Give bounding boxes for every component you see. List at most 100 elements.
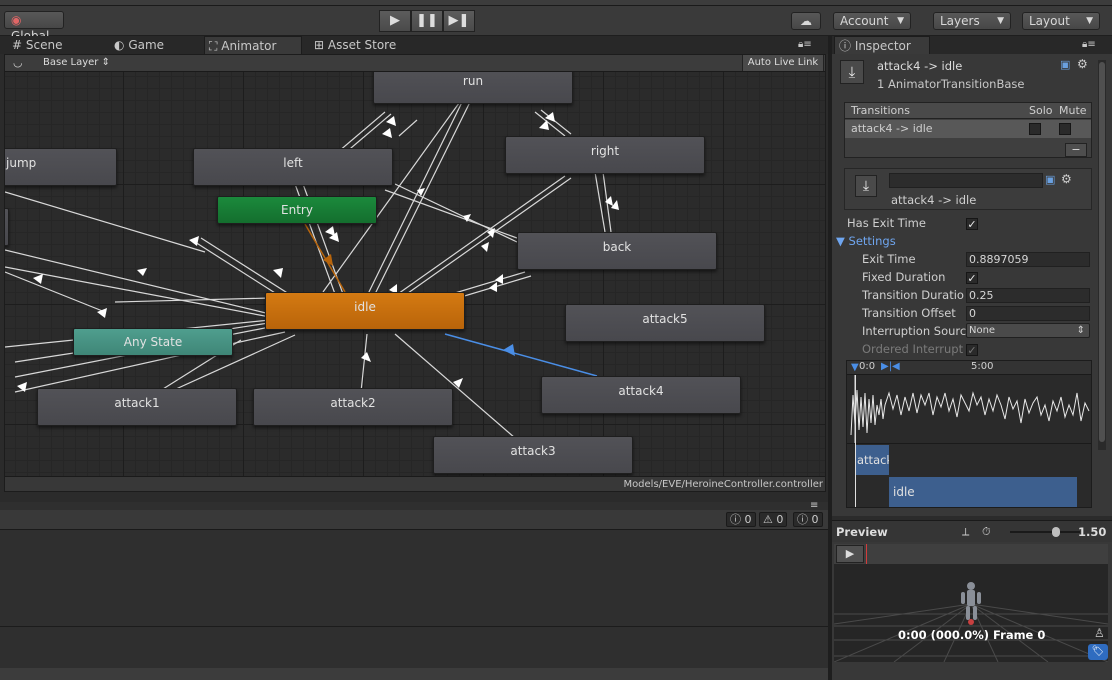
tab-asset-store[interactable]: ⊞ Asset Store: [310, 36, 410, 54]
bottom-status-bar: [0, 668, 828, 680]
play-button[interactable]: ▶: [379, 10, 411, 32]
inspector-title: attack4 -> idle: [877, 59, 963, 73]
state-any-state[interactable]: Any State: [73, 328, 233, 356]
marker-icon[interactable]: ▼: [851, 362, 859, 373]
preview-playhead[interactable]: [866, 544, 867, 564]
panel-menu[interactable]: 🔒︎≡: [794, 36, 824, 54]
cloud-icon: ☁: [800, 14, 812, 28]
state-left[interactable]: left: [193, 148, 393, 186]
state-right[interactable]: right: [505, 136, 705, 174]
transition-list-item-label: attack4 -> idle: [851, 122, 933, 135]
layer-selector[interactable]: Base Layer ⇕: [43, 57, 110, 68]
transition-list-item[interactable]: attack4 -> idle: [845, 120, 1091, 138]
exit-time-field[interactable]: 0.8897059: [966, 252, 1090, 267]
interruption-source-label: Interruption Sourc: [862, 324, 967, 338]
warning-count-badge[interactable]: ⚠ 0: [759, 512, 788, 527]
preview-play-button[interactable]: ▶: [836, 545, 864, 563]
state-attack2[interactable]: attack2: [253, 388, 453, 426]
controller-path: Models/EVE/HeroineController.controller: [5, 476, 825, 491]
inspector-scrollbar[interactable]: [1098, 60, 1106, 450]
layers-dropdown[interactable]: Layers ▼: [933, 12, 1011, 30]
state-attack5[interactable]: attack5: [565, 304, 765, 342]
cloud-button[interactable]: ☁: [791, 12, 821, 30]
state-attack4[interactable]: attack4: [541, 376, 741, 414]
main-toolbar: ◉ Global ▶ ❚❚ ▶❚ ☁ Account ▼ Layers ▼ La…: [0, 6, 1112, 43]
solo-checkbox[interactable]: [1029, 123, 1041, 135]
preview-viewport[interactable]: 0:00 (000.0%) Frame 0 ♙: [834, 564, 1108, 662]
gear-icon[interactable]: ⚙: [1061, 172, 1072, 186]
preview-transport: ▶: [834, 544, 1108, 564]
auto-live-link-button[interactable]: Auto Live Link: [742, 55, 824, 71]
tab-scene[interactable]: # Scene: [8, 36, 78, 54]
gear-icon[interactable]: ⚙: [1077, 57, 1088, 71]
speed-slider[interactable]: [1010, 527, 1080, 537]
inspector-menu[interactable]: 🔒︎≡: [1078, 36, 1110, 54]
warning-count: 0: [776, 513, 784, 526]
transition-name: attack4 -> idle: [891, 193, 977, 207]
console-toolbar: ⓘ 0 ⚠ 0 ⓘ 0: [0, 510, 828, 530]
transition-duration-label: Transition Duratio: [862, 288, 964, 302]
inspector-tab-bar: ⓘ Inspector 🔒︎≡: [832, 36, 1112, 54]
mute-checkbox[interactable]: [1059, 123, 1071, 135]
state-attack1[interactable]: attack1: [37, 388, 237, 426]
exit-time-label: Exit Time: [862, 252, 916, 266]
speed-value: 1.50: [1078, 525, 1107, 539]
timeline-attack-clip[interactable]: attack: [855, 445, 889, 475]
state-back[interactable]: back: [517, 232, 717, 270]
state-entry[interactable]: Entry: [217, 196, 377, 224]
pause-button[interactable]: ❚❚: [411, 10, 443, 32]
info-count-badge[interactable]: ⓘ 0: [726, 512, 756, 527]
transition-marker-icon[interactable]: ▶|◀: [881, 361, 900, 372]
state-jump[interactable]: jump: [5, 148, 117, 186]
chevron-down-icon: ▼: [1086, 16, 1093, 26]
tab-animator-label: Animator: [221, 39, 277, 53]
warning-icon: ⚠: [763, 513, 773, 526]
avatar-icon[interactable]: ♙: [1094, 626, 1105, 640]
speed-slider-thumb[interactable]: [1052, 527, 1060, 537]
tab-inspector[interactable]: ⓘ Inspector: [834, 36, 930, 54]
divider: [0, 626, 828, 627]
timeline-idle-clip[interactable]: idle: [889, 477, 1077, 507]
state-graph[interactable]: run jump left right Entry back idle Any …: [5, 72, 825, 476]
interruption-source-dropdown[interactable]: None ⇕: [966, 323, 1090, 338]
step-icon: ▶❚: [448, 13, 470, 28]
global-toggle[interactable]: ◉ Global: [4, 11, 64, 43]
ordered-interrupt-label: Ordered Interrupt: [862, 342, 964, 356]
timeline-ruler: 0:0 5:00 ▼ ▶|◀: [847, 361, 1091, 375]
info-icon: ⓘ: [730, 513, 741, 526]
animator-icon: ⛶: [209, 39, 218, 53]
state-attack3[interactable]: attack3: [433, 436, 633, 474]
store-icon: ⊞: [314, 38, 325, 52]
eye-icon[interactable]: ◡: [13, 56, 23, 69]
has-exit-time-label: Has Exit Time: [847, 216, 926, 230]
transition-name-input[interactable]: [889, 173, 1043, 188]
tag-icon[interactable]: 🏷︎: [1088, 644, 1108, 660]
state-offscreen[interactable]: [5, 208, 9, 246]
tab-game[interactable]: ◐ Game: [110, 36, 180, 54]
fixed-duration-checkbox[interactable]: ✓: [966, 272, 978, 284]
account-dropdown[interactable]: Account ▼: [833, 12, 911, 30]
interruption-source-value: None: [969, 325, 996, 336]
help-icon[interactable]: ▣: [1060, 58, 1070, 71]
transition-timeline[interactable]: 0:0 5:00 ▼ ▶|◀ attack idle: [846, 360, 1092, 508]
state-run[interactable]: run: [373, 72, 573, 104]
step-button[interactable]: ▶❚: [443, 10, 475, 32]
tab-animator[interactable]: ⛶ Animator: [204, 36, 302, 54]
transition-duration-field[interactable]: 0.25: [966, 288, 1090, 303]
remove-transition-button[interactable]: −: [1065, 143, 1087, 157]
tab-asset-store-label: Asset Store: [327, 38, 397, 52]
transition-offset-field[interactable]: 0: [966, 306, 1090, 321]
error-count: 0: [811, 513, 819, 526]
layout-dropdown[interactable]: Layout ▼: [1022, 12, 1100, 30]
transition-icon: ⤓: [855, 175, 877, 197]
state-idle[interactable]: idle: [265, 292, 465, 330]
settings-foldout[interactable]: ▼ Settings: [836, 234, 896, 248]
pivot-icon[interactable]: ⟂: [962, 525, 969, 539]
speed-icon[interactable]: ⏱: [982, 525, 991, 539]
fixed-duration-label: Fixed Duration: [862, 270, 946, 284]
has-exit-time-checkbox[interactable]: ✓: [966, 218, 978, 230]
error-count-badge[interactable]: ⓘ 0: [793, 512, 823, 527]
playhead[interactable]: [855, 375, 856, 507]
help-icon[interactable]: ▣: [1045, 173, 1055, 186]
scrollbar-thumb[interactable]: [1099, 62, 1105, 442]
